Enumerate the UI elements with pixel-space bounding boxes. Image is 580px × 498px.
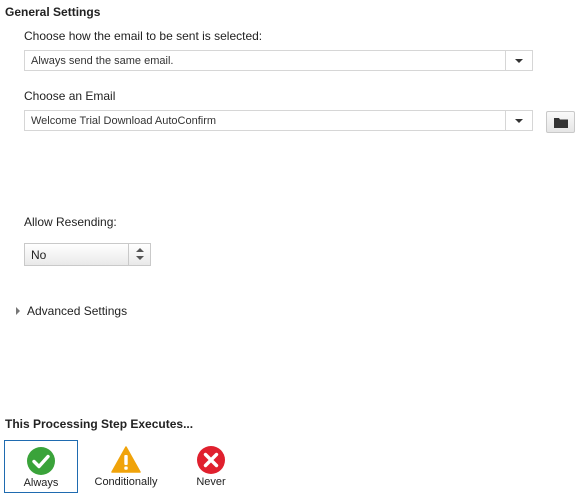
chevron-down-icon — [515, 119, 523, 123]
selection-method-dropdown[interactable]: Always send the same email. — [24, 50, 533, 71]
general-settings-title: General Settings — [5, 5, 101, 19]
allow-resending-value: No — [31, 248, 47, 262]
browse-emails-button[interactable] — [546, 111, 575, 133]
spinner-buttons[interactable] — [128, 244, 150, 265]
processing-step-panel: General Settings Choose how the email to… — [0, 0, 580, 498]
execute-conditionally-label: Conditionally — [94, 476, 158, 488]
x-circle-icon — [197, 446, 225, 474]
email-dropdown[interactable]: Welcome Trial Download AutoConfirm — [24, 110, 533, 131]
execute-never-label: Never — [196, 476, 226, 488]
selection-method-label: Choose how the email to be sent is selec… — [24, 29, 263, 43]
email-value: Welcome Trial Download AutoConfirm — [31, 115, 217, 127]
email-label: Choose an Email — [24, 89, 116, 103]
selection-method-value: Always send the same email. — [31, 55, 174, 67]
advanced-settings-label: Advanced Settings — [27, 304, 128, 318]
check-circle-icon — [27, 447, 55, 475]
execute-never-option[interactable]: Never — [174, 440, 248, 493]
warning-triangle-icon — [111, 446, 141, 473]
execute-always-option[interactable]: Always — [4, 440, 78, 493]
arrow-up-icon[interactable] — [136, 248, 144, 252]
arrow-down-icon[interactable] — [136, 256, 144, 260]
execute-conditionally-option[interactable]: Conditionally — [89, 440, 163, 493]
allow-resending-label: Allow Resending: — [24, 215, 117, 229]
execute-always-label: Always — [23, 477, 59, 489]
dropdown-toggle-button[interactable] — [505, 51, 532, 70]
execution-title: This Processing Step Executes... — [5, 417, 194, 431]
chevron-down-icon — [515, 59, 523, 63]
dropdown-toggle-button[interactable] — [505, 111, 532, 130]
caret-right-icon — [16, 307, 20, 315]
folder-icon — [554, 118, 568, 128]
allow-resending-spinner[interactable]: No — [24, 243, 151, 266]
